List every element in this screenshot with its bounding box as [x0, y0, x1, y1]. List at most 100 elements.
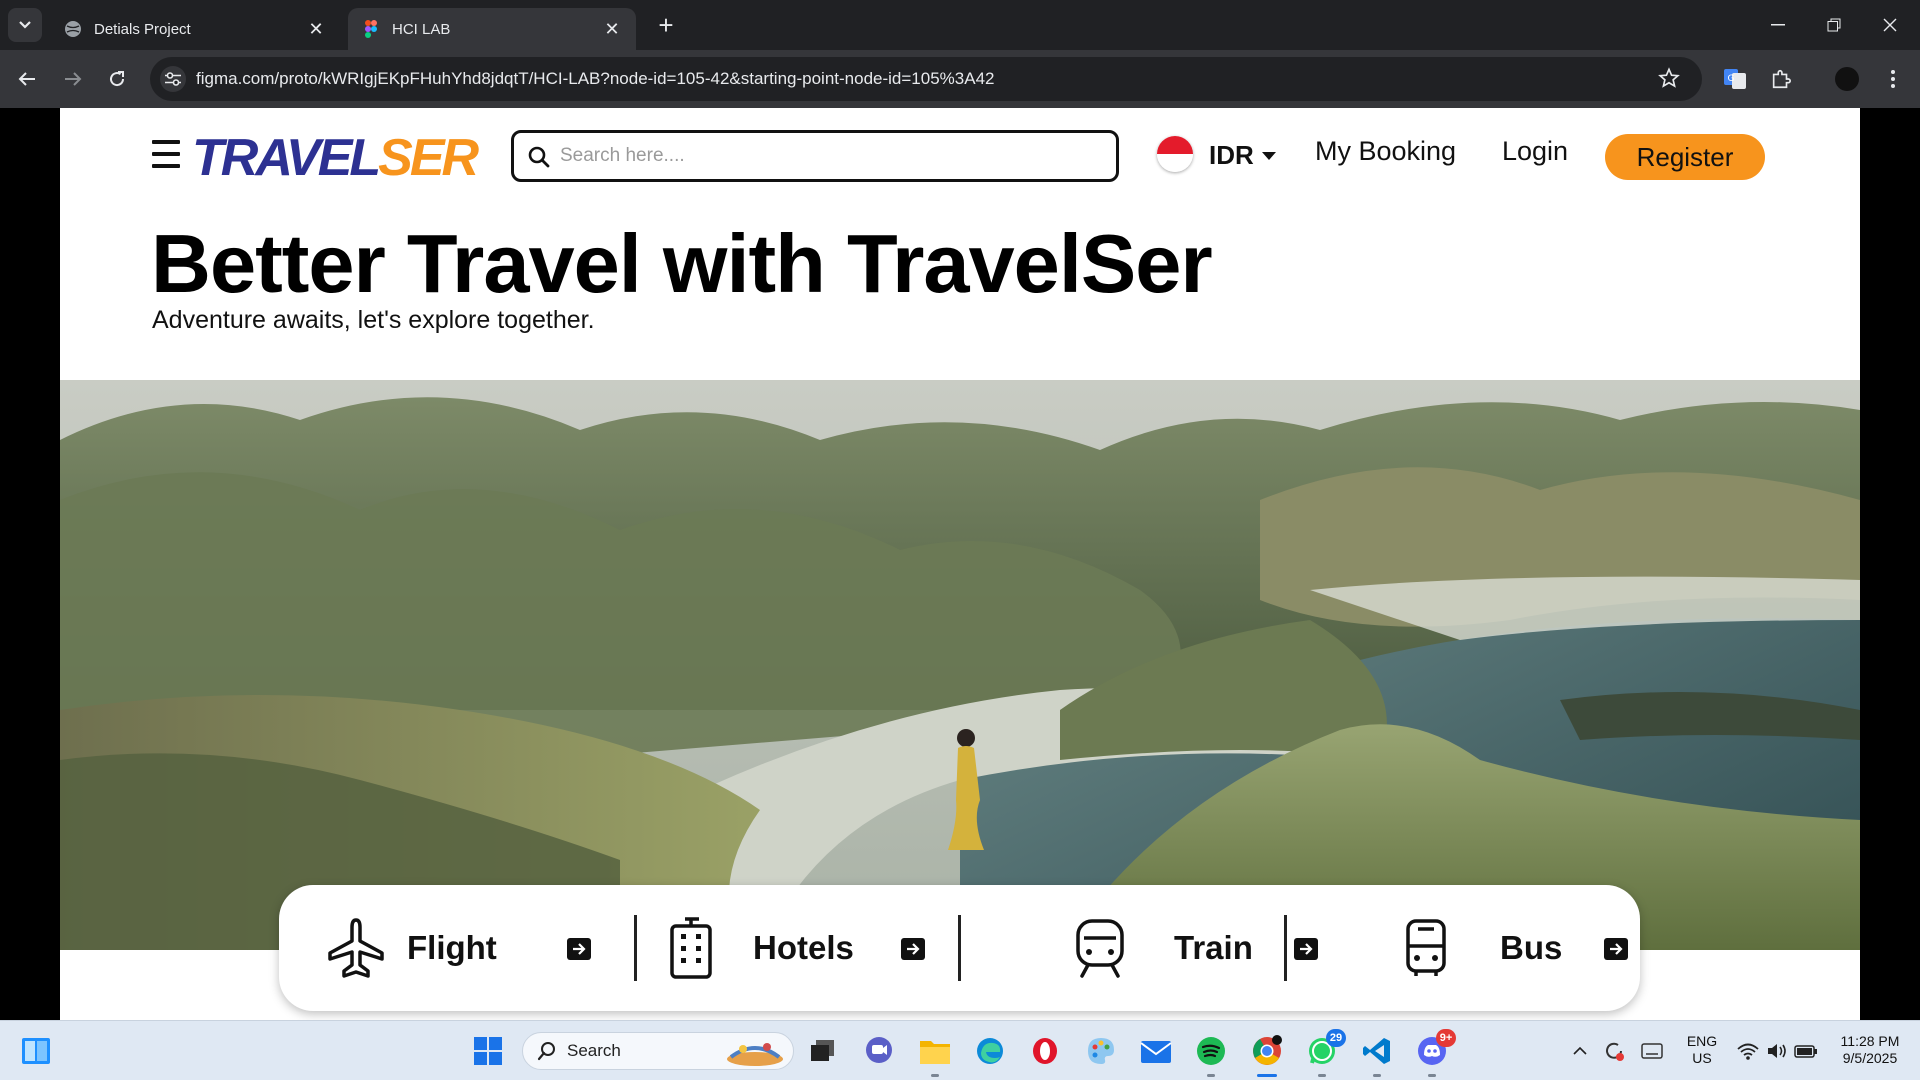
- taskbar-edge[interactable]: [970, 1031, 1010, 1071]
- search-icon: [528, 146, 550, 168]
- running-indicator: [1318, 1074, 1326, 1077]
- close-tab-icon[interactable]: ✕: [306, 19, 326, 40]
- clock[interactable]: 11:28 PM 9/5/2025: [1830, 1033, 1910, 1067]
- running-indicator: [1207, 1074, 1215, 1077]
- extensions-button[interactable]: [1766, 64, 1796, 94]
- taskbar-search[interactable]: Search: [522, 1032, 794, 1070]
- bookmark-star-button[interactable]: [1658, 67, 1680, 94]
- reload-button[interactable]: [100, 62, 134, 96]
- site-header: TRAVELSER IDR My Booking Login Register: [60, 108, 1860, 203]
- search-highlight-image: [727, 1043, 783, 1066]
- taskbar-discord[interactable]: 9+: [1412, 1029, 1456, 1077]
- taskbar-spotify[interactable]: [1191, 1031, 1231, 1077]
- browser-menu-button[interactable]: [1878, 64, 1908, 94]
- search-input[interactable]: [560, 142, 1100, 170]
- globe-icon: [65, 21, 81, 37]
- search-icon: [537, 1042, 555, 1061]
- service-train[interactable]: Train: [1074, 885, 1354, 1011]
- landscape-illustration: [60, 380, 1860, 950]
- login-link[interactable]: Login: [1502, 136, 1568, 167]
- show-hidden-icons-button[interactable]: [1568, 1031, 1592, 1071]
- arrow-glyph: [907, 943, 920, 955]
- divider: [958, 915, 961, 981]
- arrow-right-box-icon[interactable]: [1294, 938, 1318, 960]
- service-label: Flight: [407, 929, 497, 966]
- close-tab-icon[interactable]: ✕: [602, 19, 622, 40]
- tab-search-button[interactable]: [8, 8, 42, 42]
- hero-subtitle: Adventure awaits, let's explore together…: [152, 306, 595, 334]
- running-indicator: [1373, 1074, 1381, 1077]
- taskbar-whatsapp[interactable]: 29: [1302, 1029, 1346, 1077]
- service-hotels[interactable]: Hotels: [669, 885, 949, 1011]
- mail-icon: [1140, 1041, 1172, 1063]
- notification-badge: 9+: [1436, 1029, 1456, 1047]
- more-vert-icon: [1891, 70, 1895, 88]
- travelser-page: TRAVELSER IDR My Booking Login Register …: [60, 108, 1860, 1020]
- indonesia-flag-icon[interactable]: [1157, 136, 1193, 172]
- url-text: figma.com/proto/kWRIgjEKpFHuhYhd8jdqtT/H…: [196, 69, 995, 88]
- taskbar-file-explorer[interactable]: [915, 1031, 955, 1077]
- tab-hci-lab[interactable]: HCI LAB ✕: [348, 8, 636, 50]
- tab-title: HCI LAB: [392, 20, 451, 38]
- arrow-glyph: [573, 943, 586, 955]
- taskbar-chrome[interactable]: [1247, 1031, 1287, 1077]
- restore-button[interactable]: [1806, 0, 1862, 50]
- quick-settings-button[interactable]: [1732, 1031, 1822, 1071]
- task-view-icon: [811, 1040, 834, 1061]
- tab-detials-project[interactable]: Detials Project ✕: [50, 8, 340, 50]
- hero-landscape-image: [60, 380, 1860, 950]
- travelser-logo[interactable]: TRAVELSER: [192, 128, 479, 188]
- taskbar-opera[interactable]: [1025, 1031, 1065, 1071]
- running-indicator: [931, 1074, 939, 1077]
- windows-logo-icon: [474, 1037, 502, 1065]
- site-info-button[interactable]: [160, 66, 186, 92]
- back-button[interactable]: [10, 62, 44, 96]
- puzzle-icon: [1772, 69, 1791, 89]
- register-button[interactable]: Register: [1605, 134, 1765, 180]
- widgets-button[interactable]: [16, 1031, 56, 1071]
- avatar-icon: [1835, 67, 1859, 91]
- spotify-icon: [1197, 1037, 1225, 1065]
- taskbar-app-meet[interactable]: [859, 1031, 899, 1071]
- chevron-down-icon: [19, 21, 31, 29]
- hamburger-menu-icon[interactable]: [152, 140, 180, 168]
- start-button[interactable]: [468, 1031, 508, 1071]
- service-label: Bus: [1500, 929, 1563, 966]
- address-bar[interactable]: figma.com/proto/kWRIgjEKpFHuhYhd8jdqtT/H…: [150, 57, 1702, 101]
- edge-icon: [977, 1038, 1003, 1064]
- paint-palette-icon: [1088, 1038, 1114, 1064]
- input-language[interactable]: ENG US: [1684, 1033, 1720, 1067]
- close-icon: [1883, 18, 1897, 32]
- profile-avatar[interactable]: [1832, 64, 1862, 94]
- service-bus[interactable]: Bus: [1404, 885, 1628, 1011]
- tray-sync[interactable]: [1600, 1031, 1628, 1071]
- close-window-button[interactable]: [1862, 0, 1918, 50]
- forward-button[interactable]: [56, 62, 90, 96]
- chrome-icon: [1253, 1035, 1282, 1065]
- currency-selector[interactable]: IDR: [1209, 140, 1276, 171]
- site-search-bar[interactable]: [511, 130, 1119, 182]
- taskbar-vscode[interactable]: [1357, 1031, 1397, 1077]
- restore-icon: [1827, 18, 1841, 32]
- minimize-button[interactable]: [1750, 0, 1806, 50]
- my-booking-link[interactable]: My Booking: [1315, 136, 1456, 167]
- translate-button[interactable]: G: [1720, 64, 1750, 94]
- arrow-right-box-icon[interactable]: [1604, 938, 1628, 960]
- taskbar-mail[interactable]: [1136, 1031, 1176, 1071]
- arrow-right-box-icon[interactable]: [567, 938, 591, 960]
- opera-icon: [1033, 1038, 1057, 1064]
- taskbar-paint[interactable]: [1081, 1031, 1121, 1071]
- clock-date: 9/5/2025: [1842, 1050, 1898, 1066]
- new-tab-button[interactable]: +: [650, 8, 682, 42]
- hero-title: Better Travel with TravelSer: [151, 217, 1213, 310]
- language-code: ENG: [1686, 1033, 1718, 1049]
- service-flight[interactable]: Flight: [327, 885, 607, 1011]
- running-indicator-active: [1257, 1074, 1277, 1077]
- train-icon: [1076, 919, 1124, 978]
- tray-keyboard[interactable]: [1638, 1031, 1666, 1071]
- arrow-right-box-icon[interactable]: [901, 938, 925, 960]
- task-view-button[interactable]: [803, 1031, 843, 1071]
- vscode-icon: [1363, 1038, 1390, 1064]
- minimize-icon: [1771, 24, 1785, 26]
- clock-time: 11:28 PM: [1840, 1033, 1900, 1049]
